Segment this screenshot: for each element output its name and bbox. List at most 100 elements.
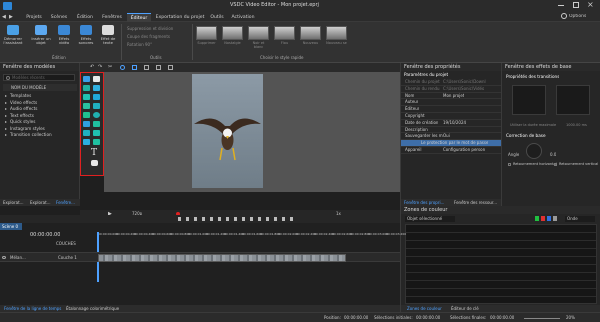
layers-icon[interactable] bbox=[168, 65, 173, 70]
clipart-icon[interactable] bbox=[91, 160, 98, 166]
video-frame[interactable] bbox=[192, 74, 263, 188]
tab-properties[interactable]: Fenêtre des propri... bbox=[402, 199, 452, 206]
tab-key-editor[interactable]: Éditeur de clé bbox=[449, 305, 481, 312]
undo-icon[interactable]: ↶ bbox=[90, 64, 94, 70]
mode-select[interactable]: Onde bbox=[565, 216, 595, 222]
property-row[interactable]: Chemin du rendu C:\Users\Sonic\Vidéo bbox=[401, 86, 502, 93]
menu-outils[interactable]: Outils bbox=[208, 13, 226, 22]
tree-item-transitions[interactable]: Transition collection bbox=[2, 132, 78, 139]
pointer-icon[interactable] bbox=[93, 76, 100, 82]
motion-icon[interactable] bbox=[83, 139, 90, 145]
zoom-slider[interactable] bbox=[524, 318, 560, 319]
zoom-icon[interactable] bbox=[120, 65, 125, 70]
options-button[interactable]: Options bbox=[569, 14, 586, 19]
tab-timeline[interactable]: Fenêtre de la ligne de temps bbox=[2, 305, 63, 312]
search-input[interactable]: Modèles récents bbox=[3, 74, 75, 81]
transition-in-preview[interactable] bbox=[512, 85, 546, 115]
tab-templates[interactable]: Fenêtre... bbox=[54, 199, 77, 206]
maximize-button[interactable] bbox=[573, 2, 579, 8]
audio-object-icon[interactable] bbox=[93, 85, 100, 91]
quick-style-thumb[interactable] bbox=[222, 26, 243, 40]
free-shape-icon[interactable] bbox=[93, 121, 100, 127]
property-row[interactable]: Description bbox=[401, 127, 502, 134]
timeline-tools-icon[interactable] bbox=[178, 217, 298, 221]
menu-editeur[interactable]: Éditeur bbox=[127, 13, 151, 22]
audio-effects-button[interactable]: Effets sonores bbox=[75, 25, 97, 53]
property-row[interactable]: Appareil Configuration person bbox=[401, 147, 502, 154]
video-object-icon[interactable] bbox=[83, 76, 90, 82]
minimize-button[interactable] bbox=[558, 5, 564, 6]
quick-style-thumb[interactable] bbox=[300, 26, 321, 40]
video-effects-button[interactable]: Effets vidéo bbox=[53, 25, 75, 53]
quick-style-thumb[interactable] bbox=[326, 26, 347, 40]
tab-color-grading[interactable]: Étalonnage colorimétrique bbox=[64, 305, 121, 312]
tool-split[interactable]: Suppression et division bbox=[127, 26, 173, 31]
quick-style-thumb[interactable] bbox=[196, 26, 217, 40]
chart-object-icon[interactable] bbox=[83, 103, 90, 109]
menu-export[interactable]: Exportation du projet bbox=[154, 13, 206, 22]
insert-object-button[interactable]: Insérer un objet bbox=[30, 25, 52, 53]
animation-icon[interactable] bbox=[93, 94, 100, 100]
menu-fenetres[interactable]: Fenêtres bbox=[100, 13, 124, 22]
tab-explorer-2[interactable]: Explorat... bbox=[28, 199, 52, 206]
cut-icon[interactable]: ✂ bbox=[108, 64, 112, 70]
mask-icon[interactable] bbox=[83, 130, 90, 136]
image-object-icon[interactable] bbox=[83, 85, 90, 91]
tab-explorer-1[interactable]: Explorat... bbox=[1, 199, 25, 206]
flip-checkbox[interactable] bbox=[554, 163, 557, 166]
eye-icon[interactable] bbox=[2, 256, 6, 259]
quick-style-thumb[interactable] bbox=[248, 26, 269, 40]
color-swatch-red[interactable] bbox=[541, 216, 545, 221]
rectangle-icon[interactable] bbox=[83, 112, 90, 118]
angle-value[interactable]: 0.0 bbox=[550, 152, 556, 157]
tab-resources[interactable]: Fenêtre des ressour... bbox=[452, 199, 502, 206]
property-row[interactable]: Copyright bbox=[401, 113, 502, 120]
quick-style-thumb[interactable] bbox=[274, 26, 295, 40]
menu-scenes[interactable]: Scènes bbox=[48, 13, 70, 22]
close-button[interactable]: × bbox=[587, 0, 594, 9]
color-swatch-gray[interactable] bbox=[553, 216, 557, 221]
line-icon[interactable] bbox=[93, 103, 100, 109]
redo-icon[interactable]: ↷ bbox=[98, 64, 102, 70]
property-row[interactable]: Nom Mon projet bbox=[401, 93, 502, 100]
transition-out-preview[interactable] bbox=[556, 85, 590, 115]
property-row[interactable]: Chemin du projet C:\Users\Sonic\Downl bbox=[401, 79, 502, 86]
fit-icon[interactable] bbox=[144, 65, 149, 70]
property-row[interactable]: Date de création 19/10/2024 bbox=[401, 120, 502, 127]
object-select[interactable]: Objet sélectionné bbox=[405, 216, 455, 222]
color-swatch-green[interactable] bbox=[535, 216, 539, 221]
use-max-duration[interactable]: Utiliser la durée maximale bbox=[510, 123, 556, 127]
flip-checkbox[interactable] bbox=[508, 163, 511, 166]
video-clip[interactable] bbox=[98, 254, 346, 262]
color-swatch-blue[interactable] bbox=[547, 216, 551, 221]
gear-icon[interactable] bbox=[561, 13, 567, 19]
track-row[interactable]: Mélan... Couche 1 bbox=[0, 252, 400, 262]
tool-rotate[interactable]: Rotation 90° bbox=[127, 42, 152, 47]
menu-activation[interactable]: Activation bbox=[230, 13, 256, 22]
menu-projets[interactable]: Projets bbox=[24, 13, 44, 22]
menu-edition[interactable]: Édition bbox=[74, 13, 96, 22]
property-row[interactable]: Auteur bbox=[401, 99, 502, 107]
forward-icon[interactable]: ▶ bbox=[9, 14, 13, 20]
back-icon[interactable]: ◀ bbox=[2, 14, 6, 20]
ellipse-icon[interactable] bbox=[93, 112, 100, 118]
angle-dial[interactable] bbox=[526, 143, 542, 159]
particles-icon[interactable] bbox=[93, 130, 100, 136]
tab-color-zones[interactable]: Zones de couleur bbox=[405, 305, 444, 312]
property-row[interactable]: Sauvegarder les m Oui bbox=[401, 133, 502, 141]
ruler-tick: 00:00:03.200 bbox=[386, 232, 407, 236]
grid-icon[interactable] bbox=[132, 65, 137, 70]
subtitle-icon[interactable] bbox=[83, 94, 90, 100]
property-row[interactable]: Éditeur bbox=[401, 106, 502, 113]
tool-cut[interactable]: Coupe des fragments bbox=[127, 34, 170, 39]
scene-tab[interactable]: Scène 0 bbox=[0, 223, 22, 230]
start-wizard-button[interactable]: Démarrer l'assistant bbox=[2, 25, 24, 53]
text-effect-button[interactable]: Effet de texte bbox=[97, 25, 119, 53]
sprite-icon[interactable] bbox=[83, 121, 90, 127]
correction-header: Correction de base bbox=[506, 133, 546, 138]
duration-field[interactable]: 1000.00 ms bbox=[566, 123, 587, 127]
counter-icon[interactable] bbox=[93, 139, 100, 145]
property-row-selected[interactable]: Le protection par le mot de passe bbox=[401, 140, 502, 147]
align-icon[interactable] bbox=[156, 65, 161, 70]
text-tool-icon[interactable]: T bbox=[91, 148, 97, 158]
